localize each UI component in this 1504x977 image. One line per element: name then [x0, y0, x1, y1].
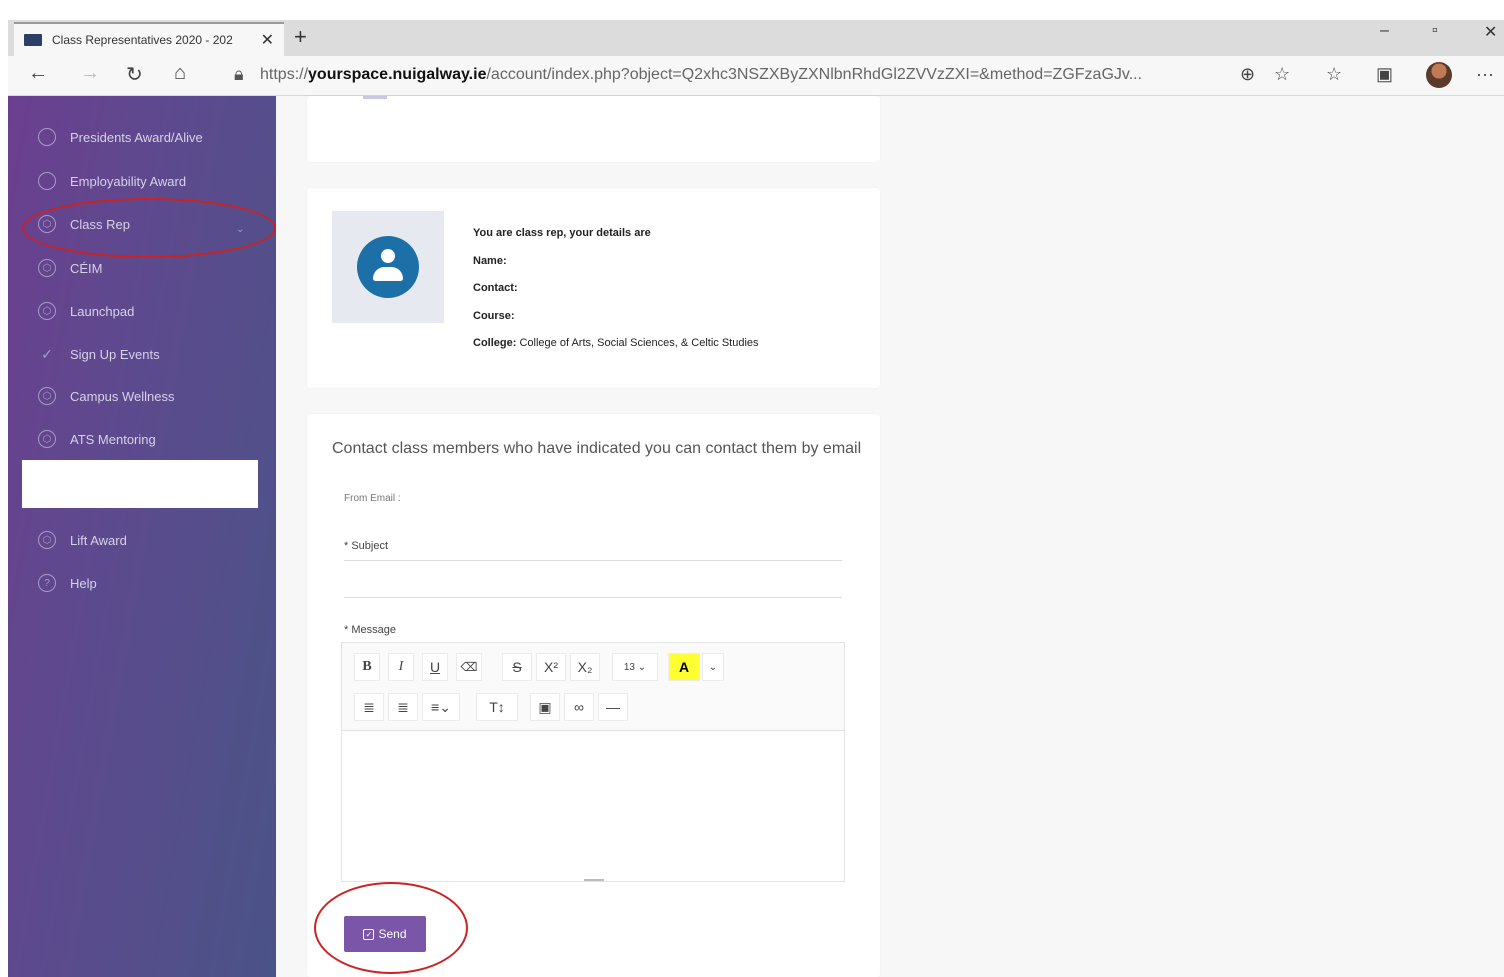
refresh-button[interactable]: ↻ — [126, 62, 143, 87]
sidebar-item-ats-mentoring[interactable]: ⬡ ATS Mentoring — [38, 430, 156, 448]
favorite-star-icon[interactable]: ☆ — [1274, 64, 1290, 85]
sidebar-item-launchpad[interactable]: ⬡ Launchpad — [38, 302, 134, 320]
more-menu-icon[interactable]: ··· — [1476, 64, 1494, 85]
browser-tab-bar: Class Representatives 2020 - 202 ✕ + – ▫… — [8, 20, 1504, 56]
college-value: College of Arts, Social Sciences, & Celt… — [519, 337, 759, 349]
sidebar-nav: Presidents Award/Alive Employability Awa… — [8, 96, 276, 977]
contact-label: Contact: — [473, 282, 518, 294]
sidebar-item-label: Lift Award — [70, 532, 127, 548]
tab-close-icon[interactable]: ✕ — [261, 30, 274, 50]
forward-button[interactable]: → — [80, 62, 100, 85]
sidebar-item-label: Sign Up Events — [70, 346, 160, 362]
sidebar-item-label: Employability Award — [70, 173, 187, 189]
cube-icon: ⬡ — [38, 531, 56, 549]
lock-icon[interactable]: 🔒︎ — [234, 64, 244, 85]
message-label: * Message — [344, 624, 396, 636]
new-tab-button[interactable]: + — [294, 24, 307, 50]
url-prefix: https:// — [260, 66, 309, 83]
subscript-button[interactable]: X₂ — [570, 653, 600, 681]
profile-avatar[interactable] — [1426, 62, 1452, 88]
previous-card — [307, 96, 880, 162]
home-button[interactable]: ⌂ — [174, 62, 186, 85]
course-label: Course: — [473, 309, 515, 322]
help-icon: ? — [38, 574, 56, 592]
avatar-frame — [332, 211, 444, 323]
circle-icon — [38, 128, 56, 146]
class-rep-details-card: You are class rep, your details are Name… — [307, 188, 880, 388]
text-height-icon[interactable]: T↕ — [476, 693, 518, 721]
contact-form-title: Contact class members who have indicated… — [332, 440, 862, 457]
annotation-circle-send — [314, 882, 468, 974]
align-dropdown-icon[interactable]: ≡⌄ — [422, 693, 460, 721]
checkmark-icon: ✓ — [41, 345, 53, 362]
sidebar-item-label: Presidents Award/Alive — [70, 129, 203, 145]
sidebar-item-lift-award[interactable]: ⬡ Lift Award — [38, 531, 127, 549]
minimize-button[interactable]: – — [1380, 22, 1389, 40]
subject-label: * Subject — [344, 540, 389, 552]
font-size-select[interactable]: 13 ⌄ — [612, 653, 658, 681]
clear-format-icon[interactable]: ⌫ — [456, 653, 482, 681]
cube-icon: ⬡ — [38, 387, 56, 405]
sidebar-item-campus-wellness[interactable]: ⬡ Campus Wellness — [38, 387, 175, 405]
sidebar-item-sign-up-events[interactable]: ✓ Sign Up Events — [38, 345, 160, 363]
favorites-list-icon[interactable]: ☆ — [1326, 64, 1342, 85]
sidebar-item-ceim[interactable]: ⬡ CÉIM — [38, 259, 103, 277]
message-editor[interactable]: B I U ⌫ S X² X₂ 13 ⌄ A ⌄ ≣ ≣ ≡⌄ T↕ ▣ ∞ — — [341, 642, 845, 882]
editor-toolbar: B I U ⌫ S X² X₂ 13 ⌄ A ⌄ ≣ ≣ ≡⌄ T↕ ▣ ∞ — — [342, 643, 844, 731]
back-button[interactable]: ← — [28, 62, 48, 85]
subject-top-divider — [344, 560, 842, 561]
main-content: You are class rep, your details are Name… — [276, 96, 1504, 977]
unordered-list-icon[interactable]: ≣ — [354, 693, 384, 721]
cube-icon: ⬡ — [38, 430, 56, 448]
user-avatar-icon — [357, 236, 419, 298]
color-dropdown-chevron-icon[interactable]: ⌄ — [702, 653, 724, 681]
sidebar-item-label: Campus Wellness — [70, 388, 175, 404]
ordered-list-icon[interactable]: ≣ — [388, 693, 418, 721]
screen-top-margin — [0, 0, 1504, 20]
strikethrough-button[interactable]: S — [502, 653, 532, 681]
collections-icon[interactable]: ▣ — [1376, 64, 1393, 85]
highlight-color-icon[interactable]: A — [668, 653, 700, 681]
sidebar-item-employability-award[interactable]: Employability Award — [38, 172, 186, 190]
site-favicon-icon — [24, 34, 42, 46]
zoom-icon[interactable]: ⊕ — [1240, 64, 1255, 85]
college-label: College: — [473, 337, 517, 349]
link-icon[interactable]: ∞ — [564, 693, 594, 721]
url-path: /account/index.php?object=Q2xhc3NSZXByZX… — [486, 66, 1143, 83]
italic-button[interactable]: I — [388, 653, 414, 681]
avatar-head — [381, 249, 395, 263]
name-label: Name: — [473, 254, 507, 267]
cube-icon: ⬡ — [38, 302, 56, 320]
horizontal-rule-icon[interactable]: — — [598, 693, 628, 721]
link-fragment — [363, 96, 387, 99]
url-domain: yourspace.nuigalway.ie — [308, 66, 487, 83]
details-intro: You are class rep, your details are — [473, 227, 651, 239]
image-insert-icon[interactable]: ▣ — [530, 693, 560, 721]
sidebar-item-help[interactable]: ? Help — [38, 574, 97, 592]
rep-details: You are class rep, your details are Name… — [473, 220, 759, 358]
close-window-button[interactable]: ✕ — [1484, 22, 1497, 42]
sidebar-item-label: Launchpad — [70, 303, 135, 319]
bold-button[interactable]: B — [354, 653, 380, 681]
sidebar-item-label: Help — [70, 575, 97, 591]
url-field[interactable]: https://yourspace.nuigalway.ie/account/i… — [260, 66, 1142, 84]
sidebar-blank-panel — [22, 460, 258, 508]
subject-input[interactable] — [344, 597, 842, 598]
superscript-button[interactable]: X² — [536, 653, 566, 681]
sidebar-item-label: ATS Mentoring — [70, 431, 156, 447]
tab-title: Class Representatives 2020 - 202 — [52, 33, 233, 47]
resize-grip[interactable] — [584, 879, 604, 881]
underline-button[interactable]: U — [422, 653, 448, 681]
avatar-body — [373, 267, 403, 281]
cube-icon: ⬡ — [38, 259, 56, 277]
from-email-label: From Email : — [344, 493, 401, 504]
sidebar-item-presidents-award[interactable]: Presidents Award/Alive — [38, 128, 203, 146]
browser-tab[interactable]: Class Representatives 2020 - 202 ✕ — [14, 22, 284, 56]
circle-icon — [38, 172, 56, 190]
browser-address-bar: ← → ↻ ⌂ 🔒︎ https://yourspace.nuigalway.i… — [8, 56, 1504, 96]
sidebar-item-label: CÉIM — [70, 260, 103, 276]
annotation-circle-class-rep — [22, 198, 276, 258]
maximize-button[interactable]: ▫ — [1432, 22, 1438, 40]
font-size-value: 13 — [623, 661, 635, 673]
